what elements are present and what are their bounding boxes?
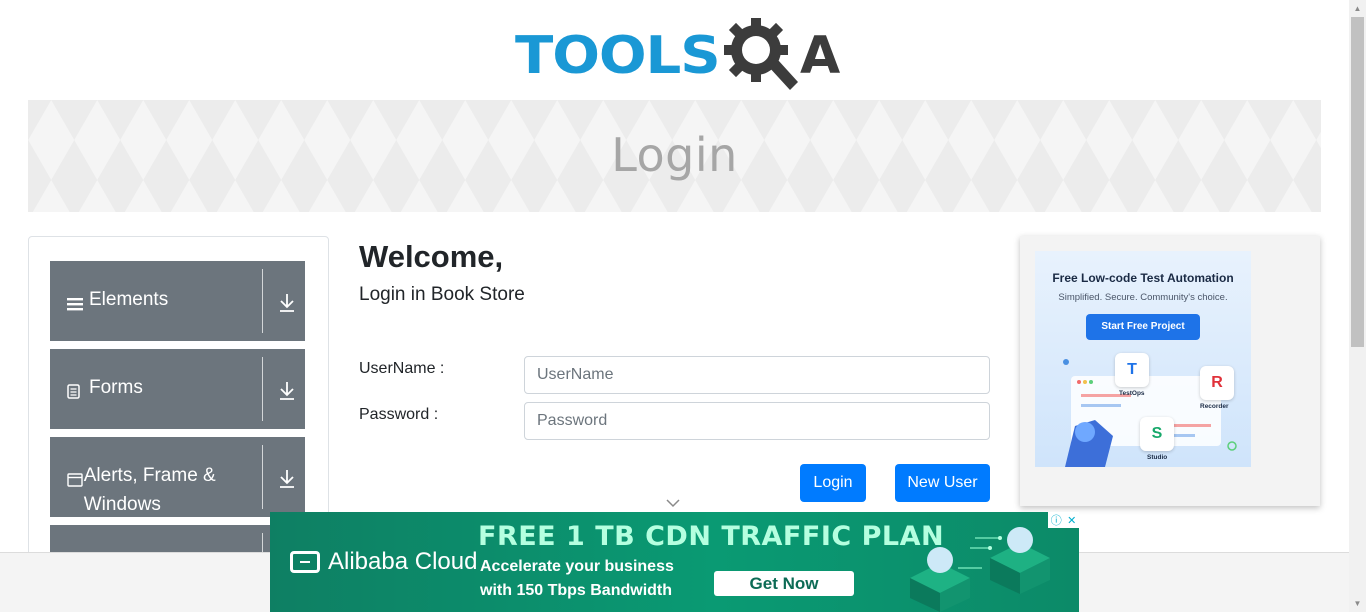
download-icon[interactable] [278, 291, 296, 313]
chevron-down-icon[interactable] [666, 498, 680, 508]
divider [262, 357, 263, 421]
ad-creative[interactable]: Free Low-code Test Automation Simplified… [1035, 251, 1251, 467]
sidebar-group-label: Forms [89, 377, 143, 398]
gear-magnifier-icon [724, 18, 798, 90]
scroll-up-arrow-icon[interactable]: ▲ [1349, 0, 1366, 17]
logo-text-tools: TOOLS [515, 26, 721, 86]
recorder-logo-icon: R [1200, 366, 1234, 400]
ad-product-label: Recorder [1200, 403, 1229, 410]
ad-product-label: Studio [1147, 454, 1168, 461]
sidebar-group-alerts-frame-windows[interactable]: Alerts, Frame & Windows [50, 437, 305, 517]
divider [262, 445, 263, 509]
ad-get-now-button[interactable]: Get Now [714, 571, 854, 596]
download-icon[interactable] [278, 379, 296, 401]
ad-brand: Alibaba Cloud [328, 548, 478, 575]
ad-tagline: Simplified. Secure. Community's choice. [1058, 292, 1228, 303]
ad-product-label: TestOps [1119, 390, 1145, 397]
sidebar-group-label: Alerts, Frame & Windows [83, 465, 216, 515]
login-button[interactable]: Login [800, 464, 866, 502]
login-subtitle: Login in Book Store [359, 284, 525, 305]
username-label: UserName : [359, 360, 445, 377]
toolsqa-logo[interactable]: TOOLS A [515, 16, 840, 92]
scrollbar-thumb[interactable] [1351, 17, 1364, 347]
sidebar-group-label: Elements [89, 289, 169, 310]
ad-line-1: Accelerate your business [480, 558, 674, 575]
username-input[interactable] [524, 356, 990, 394]
new-user-button[interactable]: New User [895, 464, 990, 502]
ad-cta-button[interactable]: Start Free Project [1086, 314, 1200, 340]
adchoices-badge[interactable]: ⓘ ✕ [1048, 512, 1079, 528]
ad-cdn-illustration [910, 527, 1050, 612]
password-input[interactable] [524, 402, 990, 440]
vertical-scrollbar[interactable]: ▲ ▼ [1349, 0, 1366, 612]
logo-text-a: A [800, 26, 841, 86]
welcome-heading: Welcome, [359, 239, 504, 274]
alibaba-logo-icon [290, 551, 320, 573]
page-title: Login [611, 128, 738, 182]
page-banner: Login [28, 100, 1321, 212]
studio-logo-icon: S [1140, 417, 1174, 451]
window-icon [67, 461, 84, 497]
sidebar-group-forms[interactable]: Forms [50, 349, 305, 429]
document-icon [67, 373, 89, 409]
bottom-banner-ad[interactable]: Alibaba Cloud FREE 1 TB CDN TRAFFIC PLAN… [270, 512, 1079, 612]
ad-headline: Free Low-code Test Automation [1052, 271, 1234, 285]
right-ad[interactable]: Free Low-code Test Automation Simplified… [1020, 236, 1320, 506]
testops-logo-icon: T [1115, 353, 1149, 387]
ad-line-2: with 150 Tbps Bandwidth [480, 582, 673, 599]
password-label: Password : [359, 406, 439, 423]
alibaba-cloud-logo: Alibaba Cloud [290, 548, 477, 576]
download-icon[interactable] [278, 467, 296, 489]
hamburger-icon [67, 285, 89, 321]
adchoices-info-icon[interactable]: ⓘ [1051, 512, 1062, 528]
sidebar-group-elements[interactable]: Elements [50, 261, 305, 341]
divider [262, 269, 263, 333]
close-icon[interactable]: ✕ [1067, 514, 1076, 527]
scroll-down-arrow-icon[interactable]: ▼ [1349, 595, 1366, 612]
